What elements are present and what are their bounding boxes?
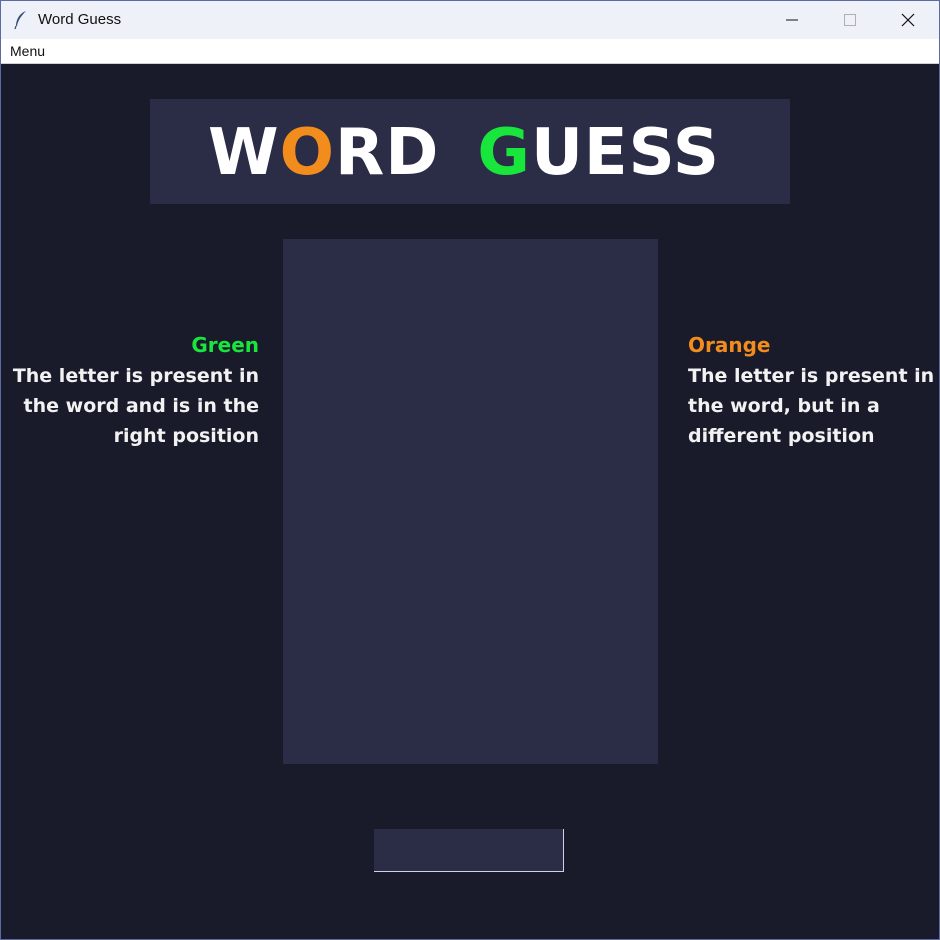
title-letter-orange: O — [279, 116, 335, 190]
maximize-icon — [844, 14, 856, 26]
game-title: WORD GUESS — [208, 113, 720, 193]
legend-orange: Orange The letter is present in the word… — [688, 331, 938, 451]
title-letter: D — [385, 116, 440, 190]
legend-line: The letter is present in — [688, 365, 935, 387]
minimize-button[interactable] — [763, 1, 821, 39]
menu-bar: Menu — [1, 39, 939, 64]
app-window: Word Guess Menu WORD GUESS Green The let… — [0, 0, 940, 940]
legend-line: the word, but in a — [688, 395, 880, 417]
guess-board — [283, 239, 658, 764]
title-letter: S — [672, 116, 720, 190]
title-letter-green: G — [477, 116, 531, 190]
legend-green-title: Green — [191, 333, 259, 357]
close-icon — [901, 13, 915, 27]
minimize-icon — [786, 19, 798, 21]
window-title: Word Guess — [38, 11, 122, 28]
title-letter: E — [583, 116, 629, 190]
title-bar: Word Guess — [1, 1, 939, 39]
legend-line: the word and is in the — [23, 395, 259, 417]
legend-line: right position — [113, 425, 259, 447]
title-letter: R — [335, 116, 386, 190]
legend-line: different position — [688, 425, 875, 447]
title-banner: WORD GUESS — [150, 99, 790, 204]
title-letter: U — [530, 116, 584, 190]
legend-orange-title: Orange — [688, 333, 771, 357]
legend-line: The letter is present in — [12, 365, 259, 387]
menu-item-menu[interactable]: Menu — [10, 43, 45, 59]
legend-green: Green The letter is present in the word … — [11, 331, 259, 451]
legend-orange-description: The letter is present in the word, but i… — [688, 361, 938, 451]
title-letter: W — [208, 116, 280, 190]
legend-green-description: The letter is present in the word and is… — [11, 361, 259, 451]
guess-input[interactable] — [374, 829, 564, 872]
feather-icon — [14, 11, 26, 30]
close-button[interactable] — [879, 1, 937, 39]
title-letter: S — [628, 116, 673, 190]
maximize-button[interactable] — [821, 1, 879, 39]
